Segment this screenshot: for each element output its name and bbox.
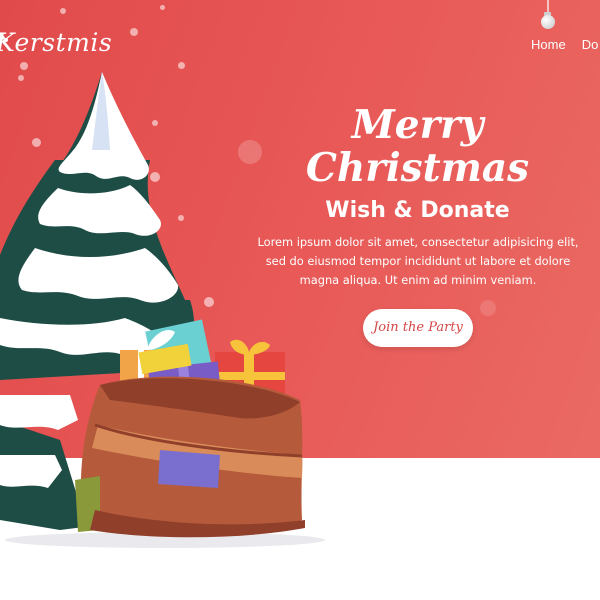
snowflake [60,8,66,14]
snowflake [480,300,496,316]
snowflake [6,272,16,282]
snow-ground [0,458,600,600]
join-party-button[interactable]: Join the Party [363,309,473,347]
snowflake [150,172,160,182]
snowflake [230,395,248,413]
nav-item-home[interactable]: Home [531,37,566,52]
hero-subtitle: Wish & Donate [325,198,510,223]
snowflake [152,120,158,126]
snowflake [178,215,184,221]
snowflake [204,297,214,307]
hero-title: Merry Christmas [305,102,530,191]
snowflake [178,62,185,69]
hero-section [0,0,600,458]
snowflake [45,175,56,186]
snowflake [130,28,138,36]
brand-logo[interactable]: Kerstmis [0,28,112,57]
hanging-ornament-icon [541,15,555,29]
nav-item-donate[interactable]: Do [582,37,599,52]
hero-body-text: Lorem ipsum dolor sit amet, consectetur … [257,235,579,287]
snowflake [20,62,28,70]
snowflake [18,75,24,81]
top-nav: Home Do [531,37,598,52]
snowflake [32,138,41,147]
snowflake [160,5,165,10]
